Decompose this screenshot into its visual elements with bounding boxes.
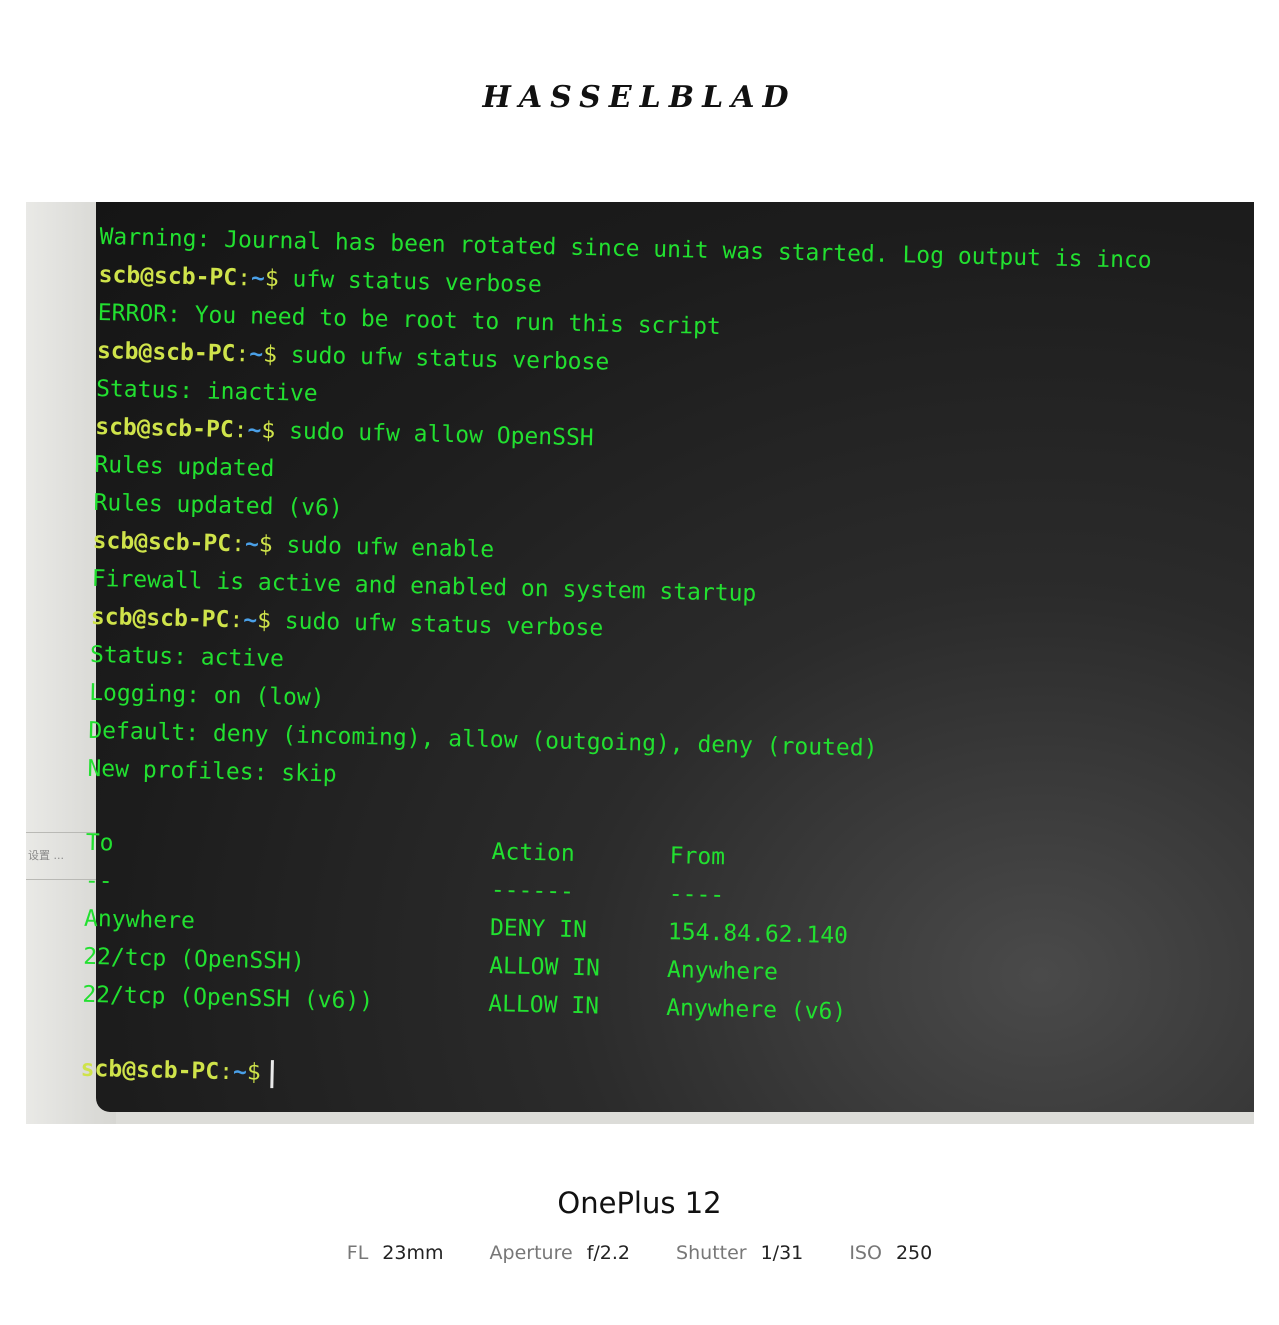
- command-text: sudo ufw allow OpenSSH: [274, 418, 594, 452]
- prompt-path: ~: [242, 607, 258, 634]
- column-to: To: [85, 829, 114, 857]
- prompt-user: scb@scb-PC: [94, 413, 235, 444]
- column-action: Action: [491, 839, 576, 867]
- prompt-dollar: $: [264, 265, 280, 293]
- prompt-path: ~: [244, 531, 260, 558]
- output-text: Status: inactive: [95, 375, 318, 407]
- column-action: ------: [490, 877, 575, 905]
- column-from: Anywhere: [666, 957, 779, 986]
- spec-value: 250: [895, 1242, 933, 1264]
- prompt-dollar: $: [256, 607, 272, 634]
- spec-label: FL: [346, 1242, 369, 1264]
- prompt-colon: :: [233, 417, 248, 444]
- spec-value: f/2.2: [586, 1242, 630, 1264]
- spec-value: 23mm: [382, 1242, 444, 1264]
- prompt-dollar: $: [262, 341, 278, 369]
- photo: 设置 ... Warning: Journal has been rotated…: [26, 202, 1254, 1124]
- brand-logo: HASSELBLAD: [482, 80, 797, 115]
- output-text: Rules updated: [94, 451, 275, 483]
- spec-fl: FL 23mm: [347, 1242, 444, 1264]
- column-to: --: [84, 867, 113, 895]
- prompt-user: scb@scb-PC: [92, 527, 232, 558]
- prompt-path: ~: [248, 341, 264, 368]
- prompt-user: scb@scb-PC: [96, 337, 236, 368]
- prompt-path: ~: [232, 1059, 248, 1086]
- device-name: OnePlus 12: [557, 1186, 722, 1220]
- prompt-path: ~: [250, 265, 266, 292]
- prompt-dollar: $: [261, 417, 276, 445]
- prompt-colon: :: [218, 1058, 234, 1086]
- command-text: ufw status verbose: [278, 266, 543, 299]
- column-to: Anywhere: [83, 905, 196, 935]
- photo-frame: HASSELBLAD 设置 ... Warning: Journal has b…: [0, 0, 1279, 1325]
- command-text: sudo ufw status verbose: [276, 342, 610, 376]
- spec-shutter: Shutter 1/31: [676, 1242, 803, 1264]
- spec-label: Shutter: [676, 1242, 747, 1264]
- prompt-colon: :: [230, 531, 246, 558]
- column-from: Anywhere (v6): [665, 995, 847, 1026]
- command-text: sudo ufw enable: [272, 532, 495, 564]
- prompt-dollar: $: [246, 1059, 262, 1086]
- prompt-colon: :: [235, 341, 250, 368]
- column-action: DENY IN: [489, 915, 588, 944]
- camera-specs: FL 23mm Aperture f/2.2 Shutter 1/31 ISO 250: [0, 1242, 1279, 1264]
- spec-aperture: Aperture f/2.2: [490, 1242, 630, 1264]
- spec-label: ISO: [849, 1242, 882, 1264]
- monitor-screen: Warning: Journal has been rotated since …: [80, 202, 1254, 1112]
- column-from: 154.84.62.140: [667, 919, 849, 950]
- column-from: From: [669, 843, 726, 871]
- spec-label: Aperture: [489, 1242, 573, 1264]
- column-to: 22/tcp (OpenSSH (v6)): [82, 981, 374, 1015]
- output-text: Status: active: [89, 641, 285, 673]
- prompt-dollar: $: [258, 531, 273, 558]
- column-action: ALLOW IN: [487, 991, 600, 1020]
- prompt-user: scb@scb-PC: [90, 603, 230, 634]
- column-action: ALLOW IN: [488, 953, 601, 982]
- cursor: [270, 1059, 275, 1088]
- prompt-colon: :: [236, 265, 252, 292]
- column-to: 22/tcp (OpenSSH): [82, 943, 306, 975]
- terminal-window[interactable]: Warning: Journal has been rotated since …: [80, 218, 1254, 1114]
- command-text: sudo ufw status verbose: [270, 607, 604, 642]
- output-text: Rules updated (v6): [93, 489, 344, 522]
- prompt-path: ~: [247, 417, 262, 444]
- spec-iso: ISO 250: [849, 1242, 932, 1264]
- prompt-user: scb@scb-PC: [80, 1055, 220, 1085]
- spec-value: 1/31: [760, 1242, 804, 1264]
- output-text: Logging: on (low): [88, 679, 325, 712]
- prompt-user: scb@scb-PC: [98, 261, 238, 292]
- output-text: New profiles: skip: [87, 755, 337, 788]
- column-from: ----: [668, 881, 725, 909]
- prompt-colon: :: [229, 607, 244, 634]
